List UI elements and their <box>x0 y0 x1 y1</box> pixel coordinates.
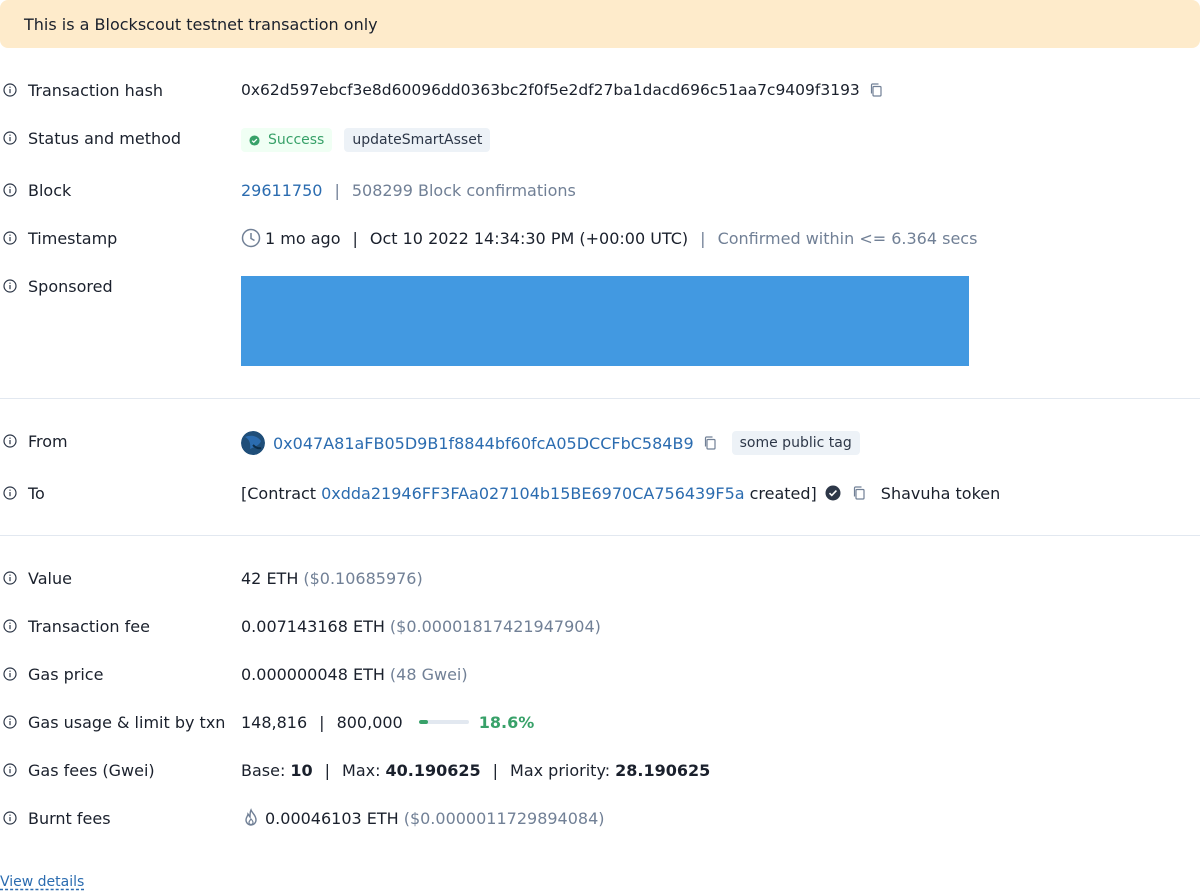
banner-text: This is a Blockscout testnet transaction… <box>24 14 378 34</box>
gas-price-label: Gas price <box>28 664 104 684</box>
copy-icon[interactable] <box>868 82 884 98</box>
burnt-fees-label: Burnt fees <box>28 808 111 828</box>
gas-fees-label: Gas fees (Gwei) <box>28 760 155 780</box>
divider <box>0 398 1200 399</box>
row-gas-fees: Gas fees (Gwei) Base: 10 | Max: 40.19062… <box>0 758 1200 782</box>
row-transaction-fee: Transaction fee 0.007143168 ETH ($0.0000… <box>0 614 1200 638</box>
info-icon[interactable] <box>3 763 17 777</box>
value-usd: ($0.10685976) <box>303 568 423 588</box>
row-block: Block 29611750 | 508299 Block confirmati… <box>0 178 1200 202</box>
info-icon[interactable] <box>3 279 17 293</box>
info-icon[interactable] <box>3 619 17 633</box>
max-fee-value: 40.190625 <box>385 760 481 780</box>
transaction-hash-label: Transaction hash <box>28 80 164 100</box>
from-label: From <box>28 431 68 451</box>
info-icon[interactable] <box>3 183 17 197</box>
gas-price-gwei: (48 Gwei) <box>389 664 468 684</box>
info-icon[interactable] <box>3 231 17 245</box>
value-label: Value <box>28 568 72 588</box>
info-icon[interactable] <box>3 434 17 448</box>
contract-prefix: [Contract <box>241 483 317 503</box>
contract-suffix: created] <box>749 483 817 503</box>
separator: | <box>319 712 325 732</box>
info-icon[interactable] <box>3 83 17 97</box>
gas-usage-progress-bar <box>418 720 469 724</box>
fee-usd: ($0.00001817421947904) <box>389 616 601 636</box>
verified-check-icon <box>825 485 841 501</box>
from-address-link[interactable]: 0x047A81aFB05D9B1f8844bf60fcA05DCCFbC584… <box>273 434 694 453</box>
row-gas-price: Gas price 0.000000048 ETH (48 Gwei) <box>0 662 1200 686</box>
testnet-warning-banner: This is a Blockscout testnet transaction… <box>0 0 1200 48</box>
row-gas-usage: Gas usage & limit by txn 148,816 | 800,0… <box>0 710 1200 734</box>
row-from: From 0x047A81aFB05D9B1f8844bf60fcA05DCCF… <box>0 429 1200 455</box>
max-fee-label: Max: <box>342 760 381 780</box>
row-value: Value 42 ETH ($0.10685976) <box>0 566 1200 590</box>
block-number-link[interactable]: 29611750 <box>241 181 322 200</box>
divider <box>0 535 1200 536</box>
info-icon[interactable] <box>3 571 17 585</box>
info-icon[interactable] <box>3 811 17 825</box>
timestamp-absolute: Oct 10 2022 14:34:30 PM (+00:00 UTC) <box>369 228 689 248</box>
timestamp-label: Timestamp <box>28 228 118 248</box>
max-priority-value: 28.190625 <box>615 760 711 780</box>
info-icon[interactable] <box>3 486 17 500</box>
address-avatar <box>241 431 265 455</box>
block-confirmations: 508299 Block confirmations <box>351 180 576 200</box>
to-label: To <box>28 483 45 503</box>
separator: | <box>352 228 358 248</box>
block-label: Block <box>28 180 72 200</box>
status-method-label: Status and method <box>28 128 182 148</box>
sponsored-banner[interactable] <box>241 276 969 366</box>
base-fee-value: 10 <box>290 760 313 780</box>
max-priority-label: Max priority: <box>510 760 611 780</box>
flame-icon <box>245 808 257 826</box>
fee-amount: 0.007143168 ETH <box>241 616 385 636</box>
check-circle-icon <box>249 134 260 146</box>
row-transaction-hash: Transaction hash 0x62d597ebcf3e8d60096dd… <box>0 78 1200 102</box>
separator: | <box>334 180 340 200</box>
view-details-link[interactable]: View details <box>0 874 84 890</box>
gas-used: 148,816 <box>241 712 308 732</box>
gas-limit: 800,000 <box>336 712 403 732</box>
confirmed-within: Confirmed within <= 6.364 secs <box>717 228 978 248</box>
gas-usage-progress-fill <box>418 720 429 724</box>
separator: | <box>700 228 706 248</box>
gas-usage-percent: 18.6% <box>478 712 535 732</box>
info-icon[interactable] <box>3 667 17 681</box>
copy-icon[interactable] <box>851 485 867 501</box>
public-tag: some public tag <box>731 431 860 455</box>
row-burnt-fees: Burnt fees 0.00046103 ETH ($0.0000011729… <box>0 806 1200 830</box>
row-timestamp: Timestamp 1 mo ago | Oct 10 2022 14:34:3… <box>0 226 1200 250</box>
copy-icon[interactable] <box>702 435 718 451</box>
to-address-link[interactable]: 0xdda21946FF3FAa027104b15BE6970CA756439F… <box>321 484 745 503</box>
row-to: To [Contract 0xdda21946FF3FAa027104b15BE… <box>0 481 1200 505</box>
info-icon[interactable] <box>3 131 17 145</box>
gas-price-amount: 0.000000048 ETH <box>241 664 385 684</box>
value-amount: 42 ETH <box>241 568 299 588</box>
sponsored-label: Sponsored <box>28 276 113 296</box>
gas-usage-label: Gas usage & limit by txn <box>28 712 226 732</box>
burnt-usd: ($0.0000011729894084) <box>403 808 605 828</box>
status-badge: Success <box>241 128 333 152</box>
transaction-hash-value: 0x62d597ebcf3e8d60096dd0363bc2f0f5e2df27… <box>241 81 860 99</box>
info-icon[interactable] <box>3 715 17 729</box>
status-text: Success <box>268 132 325 148</box>
burnt-amount: 0.00046103 ETH <box>265 808 399 828</box>
token-name: Shavuha token <box>880 483 1001 503</box>
transaction-fee-label: Transaction fee <box>28 616 150 636</box>
row-status-method: Status and method Success updateSmartAss… <box>0 126 1200 152</box>
clock-icon <box>241 228 261 248</box>
timestamp-relative: 1 mo ago <box>265 228 341 248</box>
method-tag: updateSmartAsset <box>344 128 491 152</box>
base-fee-label: Base: <box>241 760 286 780</box>
